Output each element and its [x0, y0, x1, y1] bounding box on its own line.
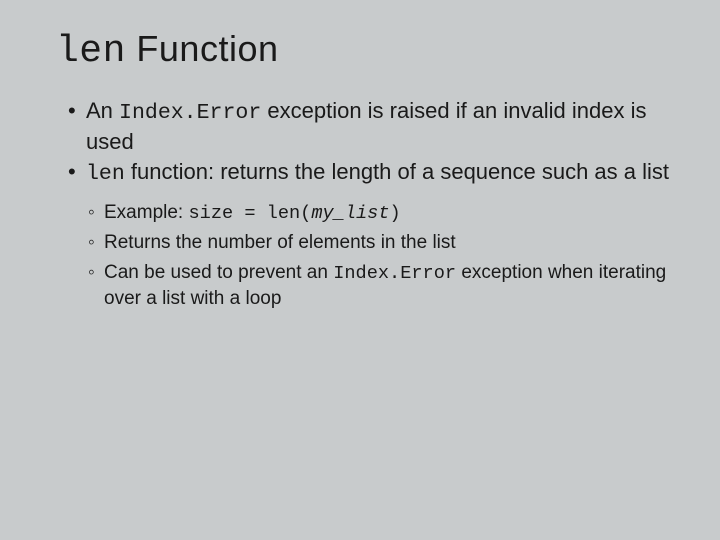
bullet-2-text: function: returns the length of a sequen… [125, 159, 669, 184]
bullet-1-text-a: An [86, 98, 119, 123]
slide: len Function An Index.Error exception is… [0, 0, 720, 540]
bullet-1: An Index.Error exception is raised if an… [68, 97, 672, 156]
bullet-list: An Index.Error exception is raised if an… [68, 97, 672, 188]
sub-bullet-2: Returns the number of elements in the li… [88, 230, 672, 256]
bullet-2-code: len [86, 162, 125, 186]
sub-1-code-ital: my_list [311, 202, 389, 224]
bullet-1-code: Index.Error [119, 101, 261, 125]
title-code: len [56, 30, 126, 73]
bullet-2: len function: returns the length of a se… [68, 158, 672, 189]
sub-3-code: Index.Error [333, 262, 456, 284]
sub-1-code-b: ) [390, 202, 401, 224]
title-rest: Function [126, 28, 279, 69]
sub-1-label: Example: [104, 202, 188, 223]
sub-1-code-a: size = len( [188, 202, 311, 224]
sub-bullet-list: Example: size = len(my_list) Returns the… [88, 200, 672, 312]
slide-title: len Function [56, 28, 672, 73]
sub-3-text-a: Can be used to prevent an [104, 262, 333, 283]
sub-2-text: Returns the number of elements in the li… [104, 232, 456, 253]
sub-bullet-1: Example: size = len(my_list) [88, 200, 672, 226]
sub-bullet-3: Can be used to prevent an Index.Error ex… [88, 260, 672, 312]
